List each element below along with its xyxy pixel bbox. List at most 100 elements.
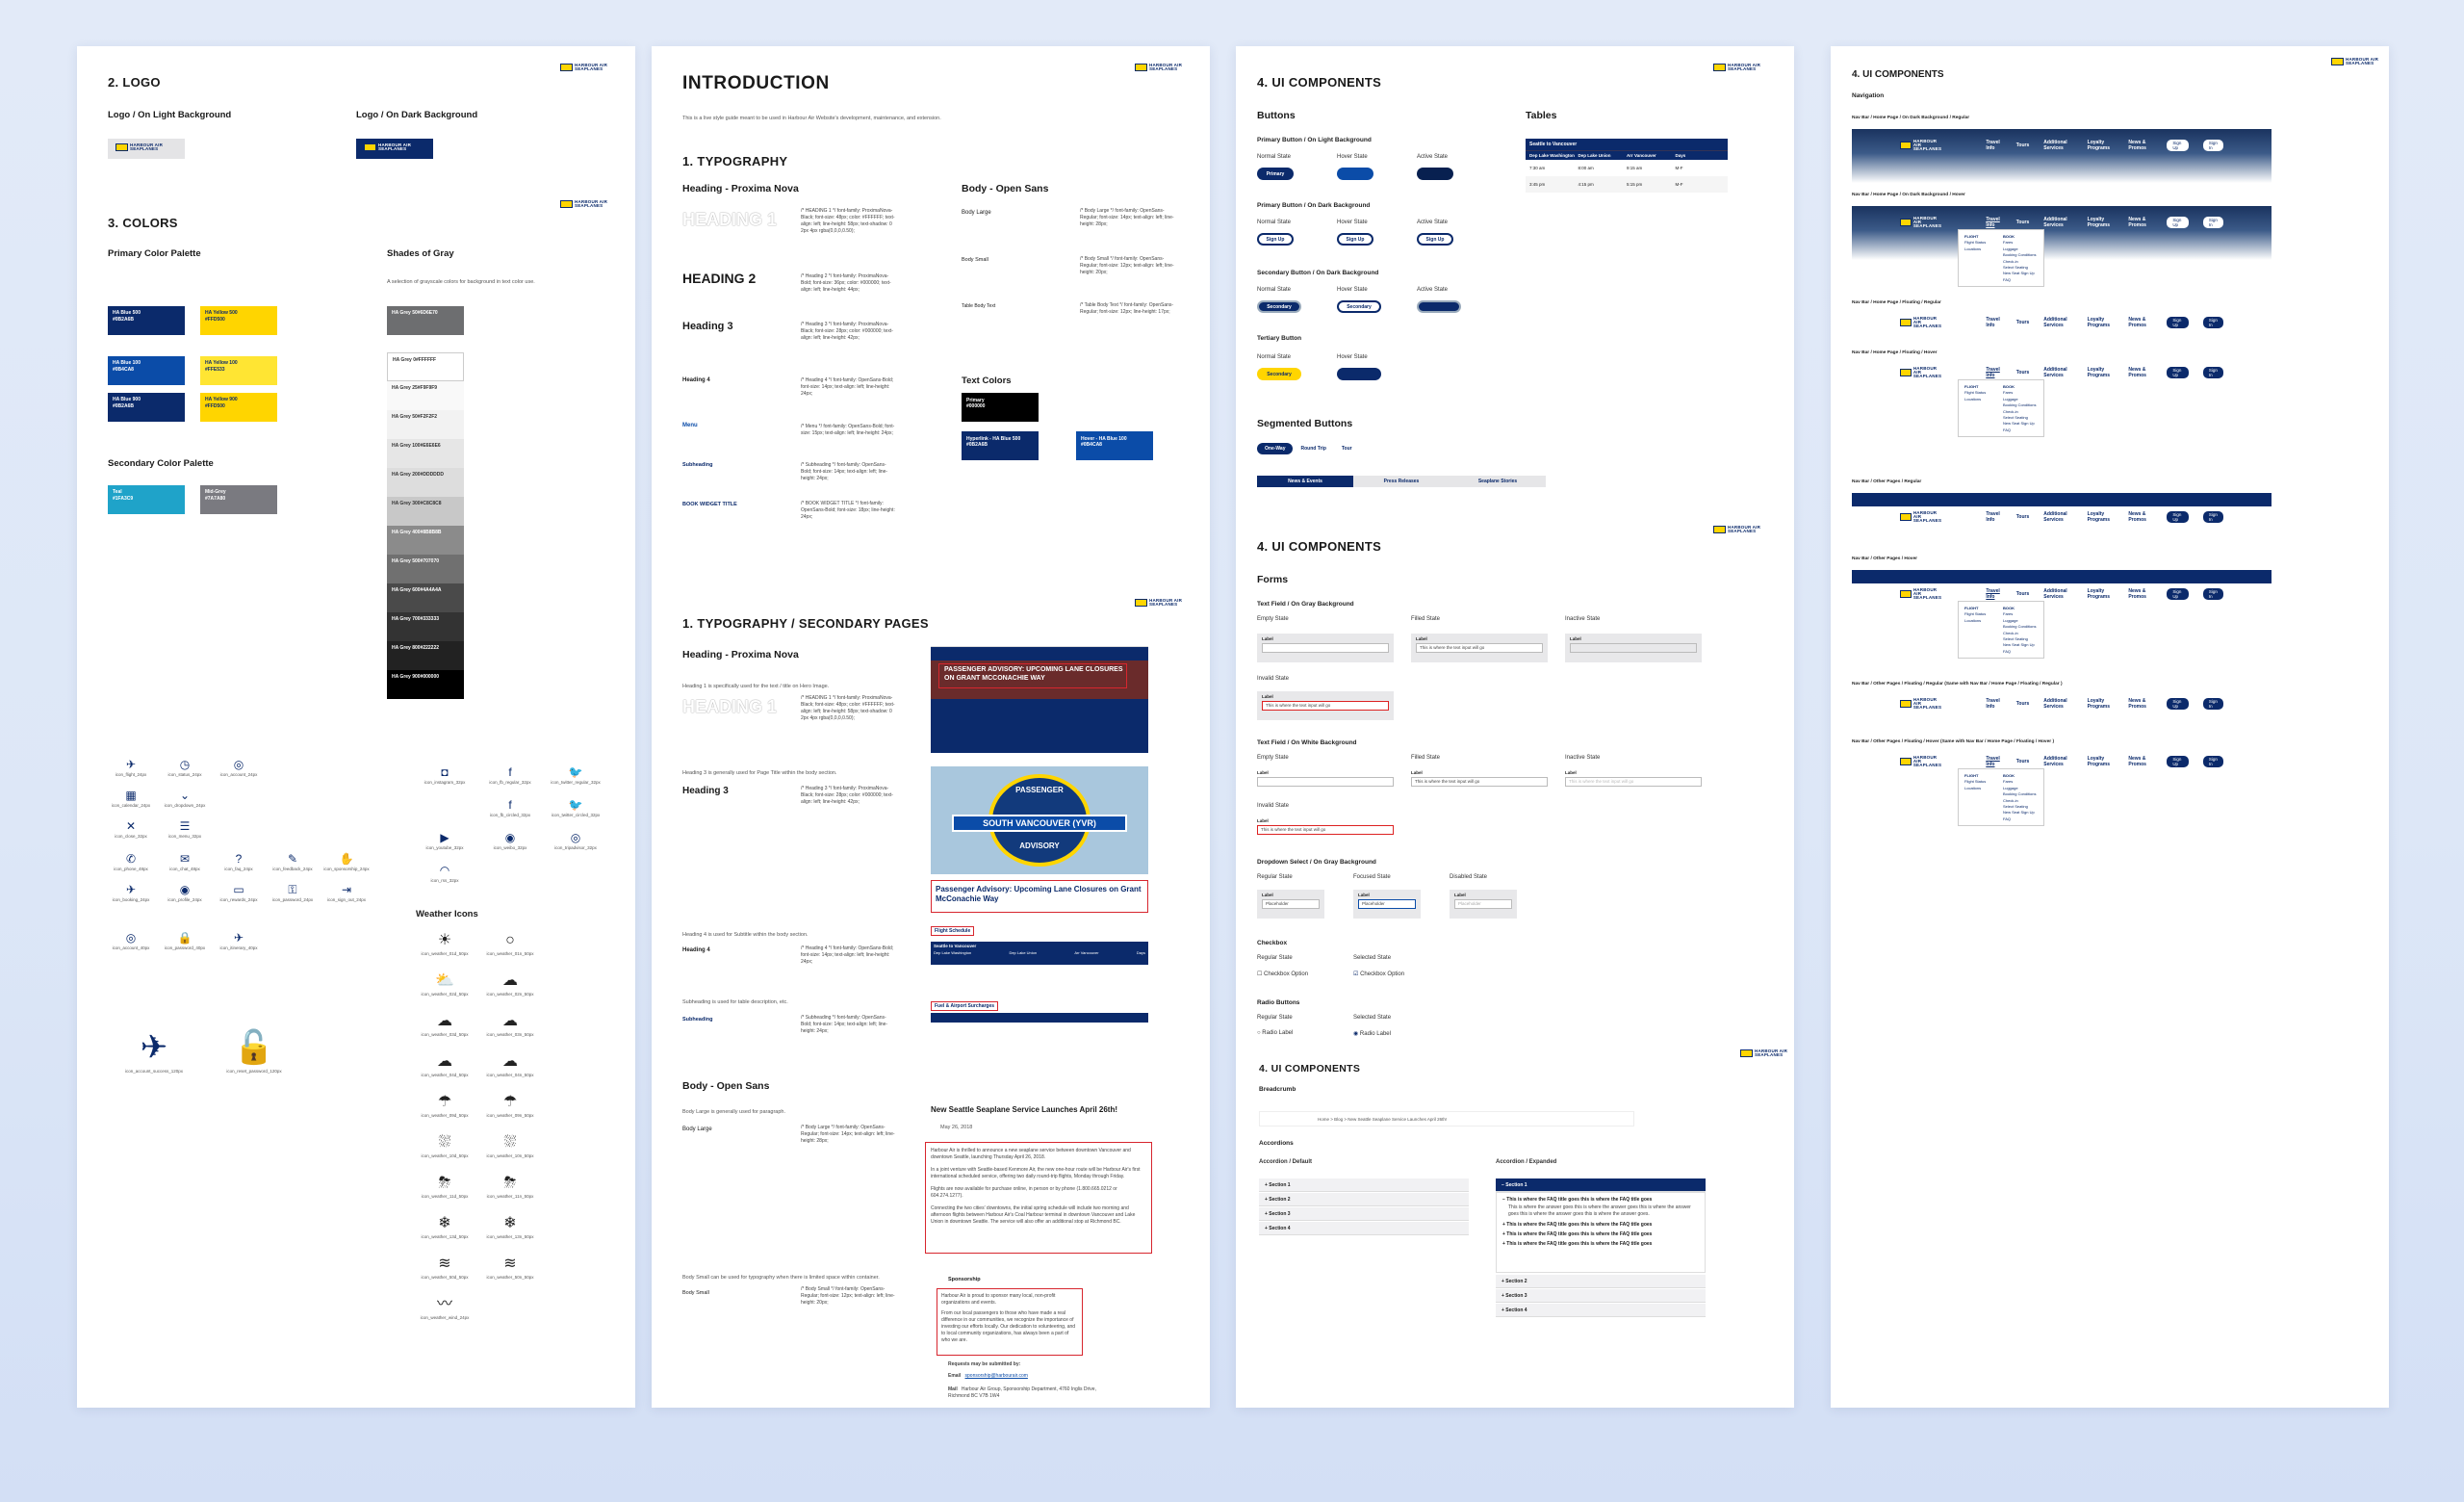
dropdown-item[interactable]: Booking Conditions [2003, 402, 2036, 408]
nav-item-tours[interactable]: Tours [2016, 591, 2030, 597]
dropdown-item[interactable]: Flight Status [1964, 779, 1986, 785]
segment-press-releases[interactable]: Press Releases [1353, 476, 1450, 487]
signup-button-normal[interactable]: Sign Up [1257, 233, 1294, 246]
signin-button[interactable]: Sign In [2202, 217, 2223, 228]
nav-item-news-promos[interactable]: News & Promos [2128, 367, 2152, 378]
nav-item-loyalty-programs[interactable]: Loyalty Programs [2088, 367, 2115, 378]
breadcrumb-bar[interactable]: Home > Blog > New Seattle Seaplane Servi… [1259, 1111, 1634, 1126]
text-field-empty[interactable]: Label [1257, 634, 1394, 662]
dropdown-item[interactable]: New Seat Sign Up [2003, 421, 2036, 427]
nav-item-additional-services[interactable]: Additional Services [2043, 511, 2072, 523]
nav-item-additional-services[interactable]: Additional Services [2043, 367, 2072, 378]
dropdown-item[interactable]: Locations [1964, 786, 1986, 791]
dropdown-item[interactable]: Locations [1964, 618, 1986, 624]
nav-item-additional-services[interactable]: Additional Services [2043, 317, 2072, 328]
nav-item-tours[interactable]: Tours [2016, 320, 2030, 325]
dropdown-item[interactable]: Locations [1964, 397, 1986, 402]
nav-item-additional-services[interactable]: Additional Services [2043, 140, 2072, 151]
nav-item-tours[interactable]: Tours [2016, 220, 2030, 225]
primary-button-normal[interactable]: Primary [1257, 168, 1294, 180]
email-link[interactable]: sponsorship@harbourair.com [965, 1373, 1028, 1379]
white-field-filled[interactable]: Label This is where the text input will g… [1411, 770, 1548, 799]
faq-title[interactable]: + This is where the FAQ title goes this … [1502, 1231, 1699, 1237]
signup-button[interactable]: Sign Up [2167, 140, 2189, 151]
nav-item-additional-services[interactable]: Additional Services [2043, 588, 2072, 600]
faq-title[interactable]: − This is where the FAQ title goes this … [1502, 1197, 1699, 1203]
radio-regular[interactable]: ○ Radio Label [1257, 1030, 1293, 1036]
dropdown-item[interactable]: Booking Conditions [2003, 252, 2036, 258]
dropdown-item[interactable]: FAQ [2003, 277, 2036, 283]
nav-item-news-promos[interactable]: News & Promos [2128, 588, 2152, 600]
dropdown-item[interactable]: FAQ [2003, 816, 2036, 822]
dropdown-item[interactable]: FAQ [2003, 427, 2036, 433]
nav-item-travel-info[interactable]: Travel Info [1986, 588, 2001, 600]
nav-item-travel-info[interactable]: Travel Info [1986, 140, 2001, 151]
signup-button[interactable]: Sign Up [2167, 511, 2189, 523]
radio-selected[interactable]: ◉ Radio Label [1353, 1030, 1391, 1037]
dropdown-item[interactable]: Flight Status [1964, 611, 1986, 617]
accordion-section[interactable]: + Section 3 [1259, 1207, 1469, 1221]
nav-item-additional-services[interactable]: Additional Services [2043, 698, 2072, 710]
segment-one-way[interactable]: One-Way [1257, 443, 1294, 454]
segment-news-events[interactable]: News & Events [1257, 476, 1353, 487]
faq-title[interactable]: + This is where the FAQ title goes this … [1502, 1241, 1699, 1247]
white-field-empty[interactable]: Label [1257, 770, 1394, 799]
accordion-section[interactable]: + Section 3 [1496, 1289, 1706, 1303]
nav-item-news-promos[interactable]: News & Promos [2128, 217, 2152, 228]
nav-item-news-promos[interactable]: News & Promos [2128, 140, 2152, 151]
signup-button[interactable]: Sign Up [2167, 367, 2189, 378]
nav-item-loyalty-programs[interactable]: Loyalty Programs [2088, 756, 2115, 767]
segment-tour[interactable]: Tour [1334, 443, 1360, 454]
tertiary-button-normal[interactable]: Secondary [1257, 368, 1301, 380]
nav-item-loyalty-programs[interactable]: Loyalty Programs [2088, 588, 2115, 600]
segment-seaplane-stories[interactable]: Seaplane Stories [1450, 476, 1546, 487]
accordion-section[interactable]: + Section 2 [1496, 1275, 1706, 1288]
white-field-invalid[interactable]: Label This is where the text input will g… [1257, 818, 1394, 847]
segment-round-trip[interactable]: Round Trip [1293, 443, 1333, 454]
signin-button[interactable]: Sign In [2202, 140, 2223, 151]
nav-item-loyalty-programs[interactable]: Loyalty Programs [2088, 511, 2115, 523]
nav-item-travel-info[interactable]: Travel Info [1986, 698, 2001, 710]
signin-button[interactable]: Sign In [2202, 367, 2223, 378]
secondary-button-hover[interactable]: Secondary [1337, 300, 1381, 313]
nav-item-travel-info[interactable]: Travel Info [1986, 217, 2001, 228]
primary-button-active[interactable] [1417, 168, 1453, 180]
nav-item-loyalty-programs[interactable]: Loyalty Programs [2088, 217, 2115, 228]
checkbox-regular[interactable]: ☐ Checkbox Option [1257, 971, 1308, 977]
signin-button[interactable]: Sign In [2202, 511, 2223, 523]
nav-item-travel-info[interactable]: Travel Info [1986, 511, 2001, 523]
dropdown-item[interactable]: Booking Conditions [2003, 791, 2036, 797]
accordion-section[interactable]: + Section 1 [1259, 1178, 1469, 1192]
nav-item-travel-info[interactable]: Travel Info [1986, 756, 2001, 767]
nav-item-news-promos[interactable]: News & Promos [2128, 511, 2152, 523]
accordion-section[interactable]: − Section 1 [1496, 1178, 1706, 1192]
nav-item-travel-info[interactable]: Travel Info [1986, 367, 2001, 378]
signin-button[interactable]: Sign In [2202, 756, 2223, 767]
signup-button-hover[interactable]: Sign Up [1337, 233, 1373, 246]
nav-item-tours[interactable]: Tours [2016, 701, 2030, 707]
nav-item-tours[interactable]: Tours [2016, 370, 2030, 376]
dropdown-item[interactable]: New Seat Sign Up [2003, 642, 2036, 648]
accordion-section[interactable]: + Section 4 [1259, 1222, 1469, 1235]
dropdown-item[interactable]: FAQ [2003, 649, 2036, 655]
faq-title[interactable]: + This is where the FAQ title goes this … [1502, 1222, 1699, 1228]
checkbox-selected[interactable]: ☑ Checkbox Option [1353, 971, 1404, 977]
signup-button[interactable]: Sign Up [2167, 217, 2189, 228]
dropdown-item[interactable]: New Seat Sign Up [2003, 271, 2036, 276]
signup-button[interactable]: Sign Up [2167, 698, 2189, 710]
nav-item-additional-services[interactable]: Additional Services [2043, 217, 2072, 228]
nav-item-tours[interactable]: Tours [2016, 759, 2030, 764]
dropdown-item[interactable]: New Seat Sign Up [2003, 810, 2036, 816]
secondary-button-active[interactable] [1417, 300, 1461, 313]
nav-item-loyalty-programs[interactable]: Loyalty Programs [2088, 317, 2115, 328]
nav-item-additional-services[interactable]: Additional Services [2043, 756, 2072, 767]
dropdown-item[interactable]: Booking Conditions [2003, 624, 2036, 630]
signin-button[interactable]: Sign In [2202, 588, 2223, 600]
signin-button[interactable]: Sign In [2202, 317, 2223, 328]
signup-button[interactable]: Sign Up [2167, 756, 2189, 767]
nav-item-loyalty-programs[interactable]: Loyalty Programs [2088, 140, 2115, 151]
signin-button[interactable]: Sign In [2202, 698, 2223, 710]
primary-button-hover[interactable] [1337, 168, 1373, 180]
dropdown-regular[interactable]: Label Placeholder [1257, 890, 1324, 919]
signup-button-active[interactable]: Sign Up [1417, 233, 1453, 246]
